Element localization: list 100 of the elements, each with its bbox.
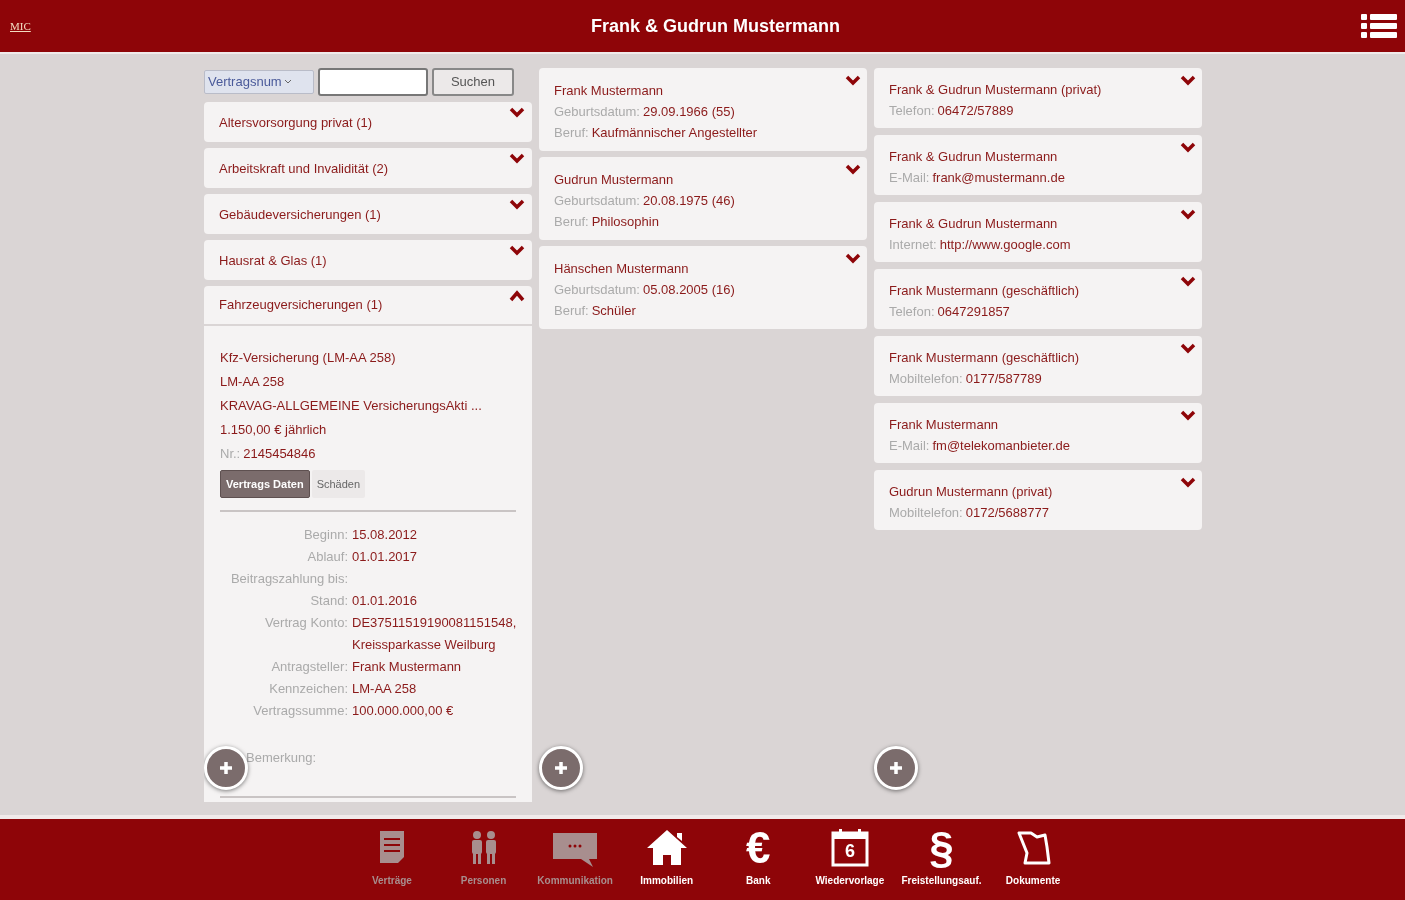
- chevron-down-icon[interactable]: [1180, 409, 1196, 421]
- contact-name: Frank Mustermann: [889, 416, 999, 434]
- nav-item[interactable]: Immobilien: [620, 819, 713, 900]
- field-value: 05.08.2005 (16): [643, 281, 735, 299]
- field-value: DE37511519190081151548, Kreissparkasse Weilburg: [352, 614, 517, 654]
- chevron-down-icon[interactable]: [509, 244, 525, 256]
- contact-card[interactable]: Frank Mustermann (geschäftlich) Mobiltelefon: 0177/587789: [874, 336, 1202, 396]
- field-value: 01.01.2017: [352, 548, 419, 566]
- field-label: Telefon:: [889, 102, 935, 120]
- field-label: Geburtsdatum:: [554, 103, 640, 121]
- chevron-down-icon[interactable]: [845, 74, 861, 86]
- field-label: Mobiltelefon:: [889, 504, 963, 522]
- field-value: 0647291857: [937, 303, 1010, 321]
- add-button[interactable]: [874, 746, 918, 790]
- chevron-down-icon[interactable]: [1180, 275, 1196, 287]
- field-label: Vertrag Konto:: [263, 614, 348, 632]
- chevron-down-icon[interactable]: [1180, 208, 1196, 220]
- search-field[interactable]: [318, 68, 428, 96]
- field-label: Mobiltelefon:: [889, 370, 963, 388]
- field-value: 0172/5688777: [965, 504, 1049, 522]
- tab[interactable]: Schäden: [311, 470, 366, 498]
- chevron-down-icon[interactable]: [845, 163, 861, 175]
- contact-name: Frank & Gudrun Mustermann (privat): [889, 81, 1102, 99]
- chevron-up-icon[interactable]: [509, 290, 525, 302]
- accordion-header[interactable]: Fahrzeugversicherungen (1): [204, 286, 532, 326]
- contract-number: 2145454846: [243, 445, 316, 463]
- calendar-day: 6: [843, 841, 856, 861]
- field-value: Kaufmännischer Angestellter: [591, 124, 758, 142]
- person-name: Gudrun Mustermann: [554, 171, 674, 189]
- chevron-down-icon[interactable]: [509, 152, 525, 164]
- add-button[interactable]: [539, 746, 583, 790]
- contact-name: Frank & Gudrun Mustermann: [889, 148, 1058, 166]
- field-value: 0177/587789: [965, 370, 1042, 388]
- plus-icon: [888, 760, 904, 776]
- field-label: Beruf:: [554, 213, 589, 231]
- field-value: 06472/57889: [937, 102, 1014, 120]
- field-value: 100.000.000,00 €: [352, 702, 455, 720]
- chevron-down-icon[interactable]: [509, 198, 525, 210]
- field-value: http://www.google.com: [939, 236, 1071, 254]
- contact-name: Frank & Gudrun Mustermann: [889, 215, 1058, 233]
- contact-name: Frank Mustermann (geschäftlich): [889, 282, 1079, 300]
- accordion-header[interactable]: Altersvorsorgung privat (1): [204, 102, 532, 142]
- person-card[interactable]: Hänschen Mustermann Geburtsdatum: 05.08.2005 (16) Beruf: Schüler: [539, 246, 867, 329]
- contact-name: Gudrun Mustermann (privat): [889, 483, 1053, 501]
- field-label: Beruf:: [554, 302, 589, 320]
- contact-card[interactable]: Frank & Gudrun Mustermann E-Mail: frank@mustermann.de: [874, 135, 1202, 195]
- field-value: LM-AA 258: [352, 680, 418, 698]
- nav-item[interactable]: § Freistellungsauf.: [895, 819, 988, 900]
- field-value: Philosophin: [591, 213, 659, 231]
- glyph-icon: §: [929, 827, 954, 869]
- chevron-down-icon[interactable]: [1180, 476, 1196, 488]
- filter-dropdown[interactable]: Vertragsnum: [204, 70, 314, 94]
- field-label: Internet:: [889, 236, 937, 254]
- plus-icon: [218, 760, 234, 776]
- field-value: 01.01.2016: [352, 592, 419, 610]
- contract-line: 1.150,00 € jährlich: [220, 421, 328, 439]
- chevron-down-icon[interactable]: [1180, 141, 1196, 153]
- field-label: Vertragssumme:: [252, 702, 348, 720]
- logo[interactable]: MIC: [10, 17, 31, 35]
- glyph-icon: €: [746, 827, 771, 869]
- person-card[interactable]: Gudrun Mustermann Geburtsdatum: 20.08.1975 (46) Beruf: Philosophin: [539, 157, 867, 240]
- contact-card[interactable]: Frank Mustermann E-Mail: fm@telekomanbieter.de: [874, 403, 1202, 463]
- chevron-down-icon[interactable]: [1180, 74, 1196, 86]
- chevron-down-icon[interactable]: [1180, 342, 1196, 354]
- field-label: Stand:: [309, 592, 348, 610]
- field-label: Beitragszahlung bis:: [229, 570, 348, 588]
- accordion-header[interactable]: Gebäudeversicherungen (1): [204, 194, 532, 234]
- contact-card[interactable]: Frank & Gudrun Mustermann (privat) Telefon: 06472/57889: [874, 68, 1202, 128]
- plus-icon: [553, 760, 569, 776]
- person-card[interactable]: Frank Mustermann Geburtsdatum: 29.09.1966 (55) Beruf: Kaufmännischer Angestellter: [539, 68, 867, 151]
- field-label: Telefon:: [889, 303, 935, 321]
- tab[interactable]: Vertrags Daten: [220, 470, 310, 498]
- accordion-header[interactable]: Arbeitskraft und Invalidität (2): [204, 148, 532, 188]
- contract-line: Kfz-Versicherung (LM-AA 258): [220, 349, 397, 367]
- field-label: E-Mail:: [889, 169, 930, 187]
- field-value: 20.08.1975 (46): [643, 192, 735, 210]
- accordion-header[interactable]: Hausrat & Glas (1): [204, 240, 532, 280]
- field-label: Geburtsdatum:: [554, 281, 640, 299]
- nav-item[interactable]: € Bank: [712, 819, 805, 900]
- contact-card[interactable]: Frank Mustermann (geschäftlich) Telefon: 0647291857: [874, 269, 1202, 329]
- field-label: Kennzeichen:: [268, 680, 348, 698]
- field-value: 15.08.2012: [352, 526, 419, 544]
- field-label: Beruf:: [554, 124, 589, 142]
- field-value: Schüler: [591, 302, 636, 320]
- chevron-down-icon[interactable]: [845, 252, 861, 264]
- field-label: Beginn:: [302, 526, 348, 544]
- contract-line: KRAVAG-ALLGEMEINE VersicherungsAkti ...: [220, 397, 483, 415]
- caret-icon: [283, 79, 292, 85]
- search-button[interactable]: Suchen: [432, 68, 514, 96]
- contact-card[interactable]: Gudrun Mustermann (privat) Mobiltelefon: 0172/5688777: [874, 470, 1202, 530]
- contact-card[interactable]: Frank & Gudrun Mustermann Internet: http://www.google.com: [874, 202, 1202, 262]
- contract-line: LM-AA 258: [220, 373, 286, 391]
- field-label: Geburtsdatum:: [554, 192, 640, 210]
- field-label: Antragsteller:: [270, 658, 348, 676]
- field-value: frank@mustermann.de: [932, 169, 1065, 187]
- chevron-down-icon[interactable]: [509, 106, 525, 118]
- contact-name: Frank Mustermann (geschäftlich): [889, 349, 1079, 367]
- nav-item[interactable]: 6 Wiedervorlage: [804, 819, 896, 900]
- menu-icon[interactable]: [1361, 13, 1397, 39]
- nav-item[interactable]: Dokumente: [987, 819, 1079, 900]
